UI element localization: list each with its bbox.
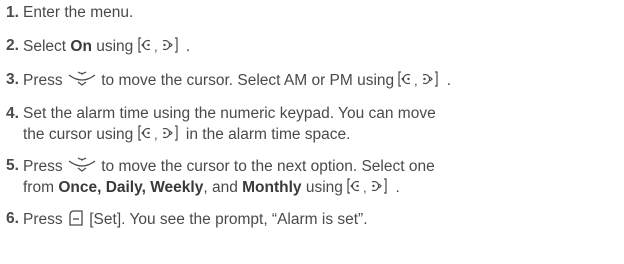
step-6: 6. Press [Set]. You see the prompt, “Ala… (6, 209, 624, 230)
step-2: 2. Select On using , . (6, 36, 624, 57)
step-5: 5. Press to move the cursor to the next … (6, 156, 624, 198)
svg-text:,: , (414, 73, 418, 88)
option-on: On (70, 38, 92, 55)
left-right-navigation-key-icon: , (398, 70, 442, 88)
left-right-navigation-key-icon: , (347, 177, 391, 195)
step-number: 2. (6, 37, 19, 54)
alarm-instructions-list: 1. Enter the menu. 2. Select On using , … (0, 0, 624, 230)
step-text: Press to move the cursor to the next opt… (23, 156, 435, 196)
svg-text:,: , (363, 180, 367, 195)
step-text: Set the alarm time using the numeric key… (23, 105, 436, 143)
step-number: 3. (6, 71, 19, 88)
frequency-options: Once, Daily, Weekly (58, 179, 204, 196)
svg-text:,: , (154, 127, 158, 142)
step-number: 4. (6, 105, 19, 122)
step-number: 1. (6, 4, 19, 21)
left-right-navigation-key-icon: , (137, 36, 182, 54)
step-1: 1. Enter the menu. (6, 3, 624, 23)
step-text: Press to move the cursor. Select AM or P… (23, 70, 452, 89)
option-monthly: Monthly (242, 179, 302, 196)
ok-navigation-key-icon (67, 156, 97, 174)
step-number: 5. (6, 157, 19, 174)
step-4: 4. Set the alarm time using the numeric … (6, 104, 624, 145)
step-number: 6. (6, 210, 19, 227)
step-3: 3. Press to move the cursor. Select AM o… (6, 70, 624, 91)
step-text: Select On using , . (23, 36, 191, 55)
step-text: Press [Set]. You see the prompt, “Alarm … (23, 209, 368, 228)
left-soft-key-icon (67, 209, 85, 227)
left-right-navigation-key-icon: , (137, 124, 182, 142)
step-text: Enter the menu. (23, 4, 134, 21)
svg-text:,: , (154, 39, 158, 54)
ok-navigation-key-icon (67, 70, 97, 88)
